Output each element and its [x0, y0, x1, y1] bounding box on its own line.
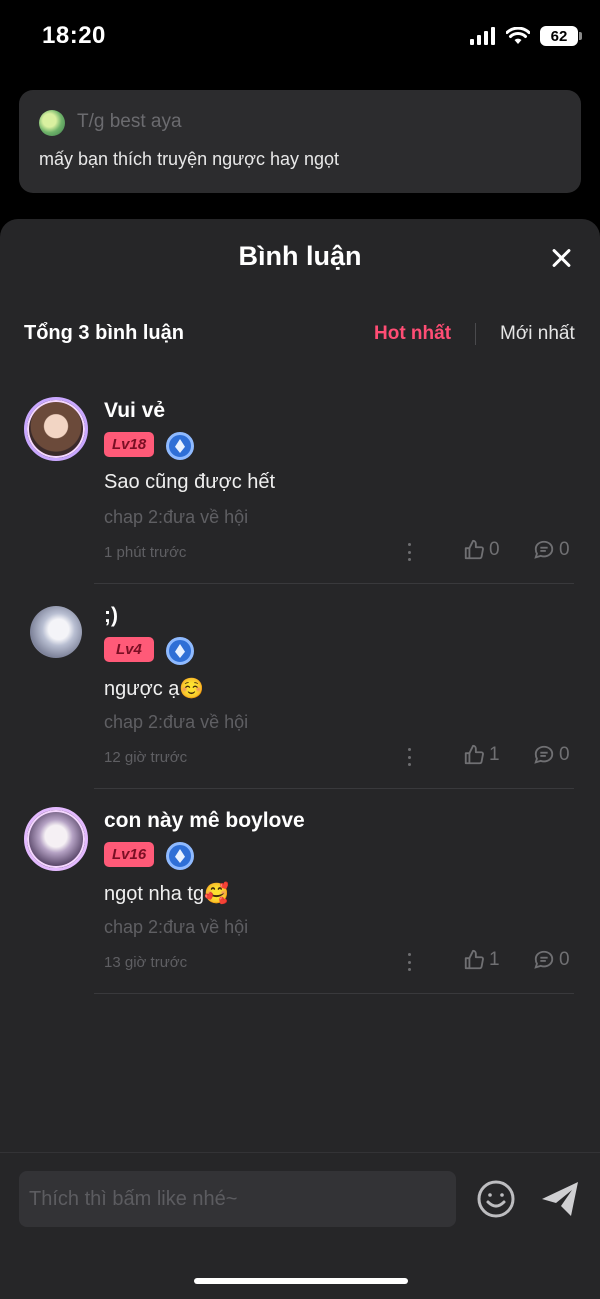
avatar[interactable] — [30, 606, 82, 658]
vip-diamond-icon — [166, 637, 194, 665]
comment-author[interactable]: ;) — [104, 604, 118, 628]
post-author-name: T/g best aya — [77, 111, 182, 132]
battery-icon: 62 — [540, 26, 582, 46]
more-options-icon[interactable] — [406, 748, 412, 766]
emoji-icon[interactable] — [476, 1179, 516, 1219]
comment-author[interactable]: con này mê boylove — [104, 809, 305, 833]
avatar-frame — [24, 397, 88, 461]
avatar-frame — [24, 807, 88, 871]
like-count: 0 — [489, 539, 500, 560]
cellular-signal-icon — [470, 27, 495, 45]
reply-count: 0 — [559, 949, 570, 970]
comments-total: Tổng 3 bình luận — [24, 322, 184, 344]
comment-bubble-icon — [534, 950, 554, 969]
close-icon[interactable] — [550, 247, 572, 269]
comment-item: ;) Lv4 ngược ạ☺️ chap 2:đưa về hội 12 gi… — [0, 604, 600, 809]
post-text: mấy bạn thích truyện ngược hay ngọt — [39, 149, 340, 169]
comment-text: ngược ạ☺️ — [104, 678, 205, 700]
level-label: Lv16 — [112, 846, 147, 863]
sort-newest-tab[interactable]: Mới nhất — [500, 323, 575, 345]
status-icons: 62 — [470, 26, 582, 46]
reply-button[interactable]: 0 — [533, 744, 570, 766]
post-author-avatar — [39, 110, 65, 136]
reply-button[interactable]: 0 — [533, 949, 570, 971]
more-options-icon[interactable] — [406, 543, 412, 561]
thumbs-up-icon — [464, 744, 484, 765]
comment-text: ngọt nha tg🥰 — [104, 883, 229, 905]
comment-chapter: chap 2:đưa về hội — [104, 712, 249, 732]
comment-item: con này mê boylove Lv16 ngọt nha tg🥰 cha… — [0, 807, 600, 1014]
like-count: 1 — [489, 949, 500, 970]
comment-item: Vui vẻ Lv18 Sao cũng được hết chap 2:đưa… — [0, 397, 600, 604]
like-button[interactable]: 0 — [463, 539, 500, 561]
comment-divider — [94, 993, 574, 994]
level-badge: Lv18 — [104, 432, 155, 457]
comment-time: 1 phút trước — [104, 544, 187, 561]
vip-diamond-icon — [166, 432, 194, 460]
status-bar: 18:20 62 — [0, 0, 600, 72]
reply-count: 0 — [559, 744, 570, 765]
comment-input[interactable] — [19, 1171, 456, 1227]
comment-bubble-icon — [534, 540, 554, 559]
comment-bubble-icon — [534, 745, 554, 764]
level-label: Lv4 — [116, 641, 142, 658]
comment-text: Sao cũng được hết — [104, 471, 276, 493]
comment-time: 13 giờ trước — [104, 954, 188, 971]
level-badge: Lv4 — [104, 637, 154, 662]
reply-count: 0 — [559, 539, 570, 560]
send-icon[interactable] — [540, 1179, 580, 1219]
comment-input-bar — [0, 1152, 600, 1299]
reply-button[interactable]: 0 — [533, 539, 570, 561]
wifi-icon — [506, 27, 530, 44]
thumbs-up-icon — [464, 949, 484, 970]
comment-chapter: chap 2:đưa về hội — [104, 917, 249, 937]
like-count: 1 — [489, 744, 500, 765]
sort-hot-tab[interactable]: Hot nhất — [374, 323, 451, 345]
vip-diamond-icon — [166, 842, 194, 870]
level-label: Lv18 — [112, 436, 147, 453]
comment-divider — [94, 788, 574, 789]
more-options-icon[interactable] — [406, 953, 412, 971]
post-preview-card[interactable]: T/g best aya mấy bạn thích truyện ngược … — [19, 90, 581, 193]
sort-divider — [475, 323, 476, 345]
comment-divider — [94, 583, 574, 584]
comment-author[interactable]: Vui vẻ — [104, 399, 165, 423]
sheet-title: Bình luận — [238, 241, 362, 271]
thumbs-up-icon — [464, 539, 484, 560]
like-button[interactable]: 1 — [463, 744, 500, 766]
comment-chapter: chap 2:đưa về hội — [104, 507, 249, 527]
comment-time: 12 giờ trước — [104, 749, 188, 766]
home-indicator — [194, 1278, 408, 1284]
level-badge: Lv16 — [104, 842, 155, 867]
comments-sheet: Bình luận Tổng 3 bình luận Hot nhất Mới … — [0, 219, 600, 1299]
status-time: 18:20 — [42, 22, 106, 49]
like-button[interactable]: 1 — [463, 949, 500, 971]
